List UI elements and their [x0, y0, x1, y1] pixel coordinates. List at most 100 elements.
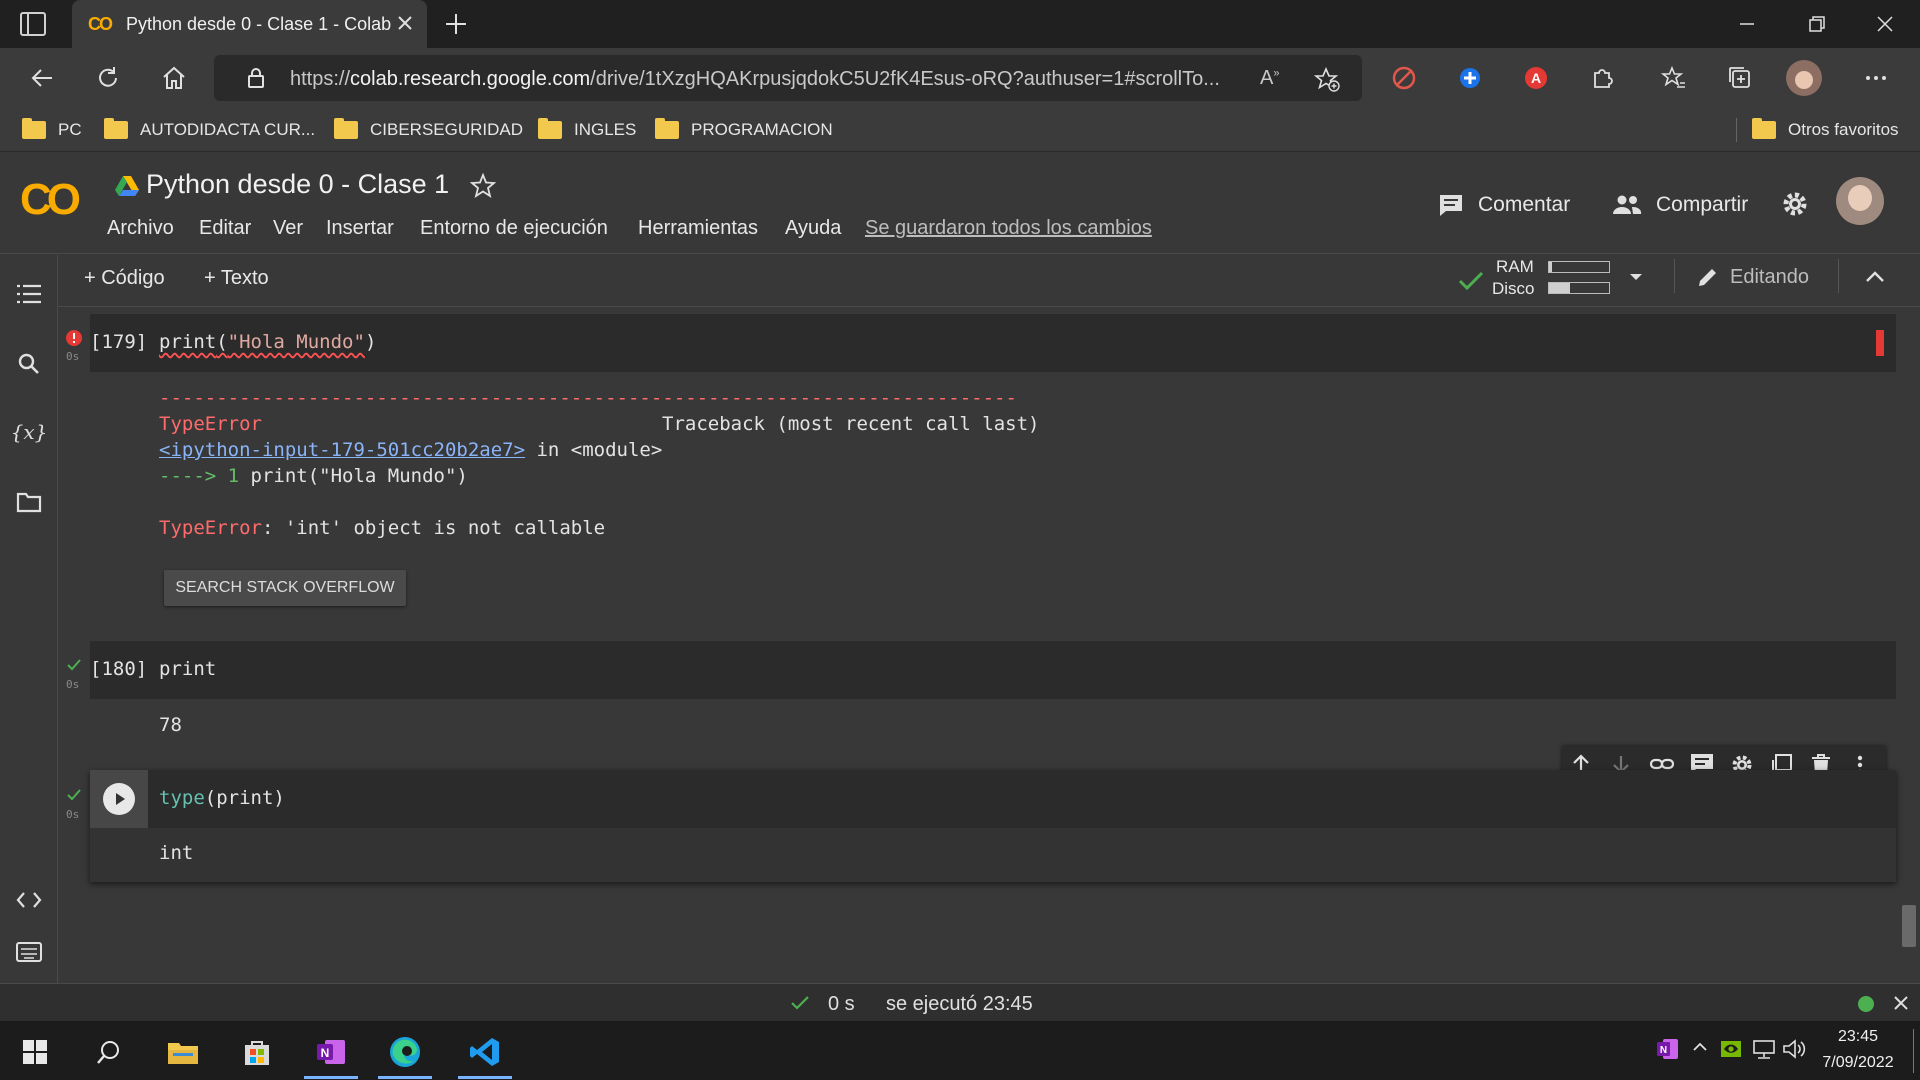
toolbar-divider: [1674, 259, 1675, 293]
cell-3-output: int: [159, 842, 194, 864]
bookmark-other-favorites[interactable]: Otros favoritos: [1752, 116, 1899, 144]
code-cell-2[interactable]: [180] print: [90, 641, 1896, 699]
home-icon[interactable]: [154, 58, 194, 98]
extensions-puzzle-icon[interactable]: [1582, 58, 1622, 98]
bookmark-programacion[interactable]: PROGRAMACION: [655, 116, 833, 144]
menu-insertar[interactable]: Insertar: [326, 217, 394, 240]
bookmark-autodidacta[interactable]: AUTODIDACTA CUR...: [104, 116, 315, 144]
taskbar-search-icon[interactable]: [78, 1027, 140, 1077]
windows-start-icon[interactable]: [4, 1027, 66, 1077]
read-aloud-icon[interactable]: A»: [1260, 67, 1279, 90]
microsoft-store-icon[interactable]: [226, 1027, 288, 1077]
tray-network-icon[interactable]: [1752, 1038, 1776, 1060]
bookmark-pc[interactable]: PC: [22, 116, 82, 144]
tray-clock-time[interactable]: 23:45: [1812, 1028, 1904, 1046]
traceback-label: Traceback (most recent call last): [662, 413, 1040, 435]
status-bar: 0 s se ejecutó 23:45: [0, 983, 1920, 1021]
menu-editar[interactable]: Editar: [199, 217, 251, 240]
edge-browser-icon[interactable]: [374, 1027, 436, 1079]
bookmark-ingles[interactable]: INGLES: [538, 116, 636, 144]
error-message: TypeError: 'int' object is not callable: [159, 517, 606, 539]
comment-button[interactable]: Comentar: [1438, 189, 1570, 221]
user-avatar[interactable]: [1836, 177, 1884, 225]
ipython-input-link[interactable]: <ipython-input-179-501cc20b2ae7>: [159, 439, 525, 461]
close-status-icon[interactable]: [1892, 994, 1910, 1012]
back-icon[interactable]: [22, 58, 62, 98]
blocker-extension-icon[interactable]: [1384, 58, 1424, 98]
svg-text:N: N: [321, 1046, 330, 1060]
show-desktop-divider[interactable]: [1913, 1029, 1914, 1073]
cell-2-output: 78: [159, 714, 182, 736]
variables-icon[interactable]: {x}: [11, 417, 48, 447]
cell-3-exec-time: 0s: [66, 808, 80, 821]
star-icon[interactable]: [470, 173, 496, 199]
save-status-link[interactable]: Se guardaron todos los cambios: [865, 217, 1152, 240]
cell-3-editor[interactable]: type(print): [148, 770, 1896, 828]
scrollbar-thumb[interactable]: [1902, 905, 1916, 947]
extension-blue-icon[interactable]: [1450, 58, 1490, 98]
cell-2-code[interactable]: print: [159, 658, 216, 680]
ram-usage-bar[interactable]: [1548, 261, 1610, 273]
connection-status-dot: [1858, 996, 1874, 1012]
share-button[interactable]: Compartir: [1612, 189, 1748, 221]
traceback-divider: ----------------------------------------…: [159, 387, 1017, 409]
vscode-icon[interactable]: [454, 1027, 516, 1079]
url-field[interactable]: https://colab.research.google.com/drive/…: [214, 55, 1362, 101]
code-cell-1[interactable]: [179] print("Hola Mundo"): [90, 314, 1896, 372]
add-code-button[interactable]: + Código: [84, 267, 165, 290]
add-favorite-icon[interactable]: [1314, 66, 1340, 92]
refresh-icon[interactable]: [88, 58, 128, 98]
add-text-button[interactable]: + Texto: [204, 267, 269, 290]
tab-actions-icon[interactable]: [20, 12, 46, 36]
editing-mode-button[interactable]: Editando: [1696, 265, 1809, 289]
collections-icon[interactable]: [1720, 58, 1760, 98]
tray-clock-date[interactable]: 7/09/2022: [1808, 1054, 1908, 1072]
file-explorer-icon[interactable]: [152, 1027, 214, 1077]
cell-1-code[interactable]: print("Hola Mundo"): [159, 331, 376, 353]
colab-logo[interactable]: CO: [20, 175, 81, 225]
runtime-connected-check-icon: [1458, 269, 1484, 293]
bookmark-ciberseguridad[interactable]: CIBERSEGURIDAD: [334, 116, 523, 144]
menu-ver[interactable]: Ver: [273, 217, 303, 240]
search-icon[interactable]: [14, 349, 44, 379]
code-cell-3[interactable]: type(print) int: [90, 770, 1896, 882]
menu-ayuda[interactable]: Ayuda: [785, 217, 841, 240]
command-palette-icon[interactable]: [14, 937, 44, 967]
notebook-title[interactable]: Python desde 0 - Clase 1: [146, 169, 449, 200]
comment-icon: [1438, 193, 1464, 217]
tray-onenote-icon[interactable]: N: [1656, 1037, 1680, 1061]
close-tab-icon[interactable]: [392, 10, 418, 36]
lock-icon[interactable]: [246, 67, 266, 89]
minimize-icon[interactable]: [1712, 0, 1782, 48]
disk-usage-bar[interactable]: [1548, 282, 1610, 294]
windows-taskbar: N N 23:45 7/09/2022: [0, 1021, 1920, 1080]
close-window-icon[interactable]: [1850, 0, 1920, 48]
onenote-icon[interactable]: N: [300, 1027, 362, 1079]
tray-volume-icon[interactable]: [1782, 1038, 1806, 1060]
browser-tab[interactable]: CO Python desde 0 - Clase 1 - Colab: [72, 0, 427, 48]
profile-avatar[interactable]: [1786, 60, 1822, 96]
favorites-icon[interactable]: [1654, 58, 1694, 98]
table-of-contents-icon[interactable]: [14, 279, 44, 309]
restore-icon[interactable]: [1782, 0, 1852, 48]
search-stack-overflow-button[interactable]: SEARCH STACK OVERFLOW: [164, 570, 406, 606]
menu-archivo[interactable]: Archivo: [107, 217, 174, 240]
menu-herramientas[interactable]: Herramientas: [638, 217, 758, 240]
menu-entorno[interactable]: Entorno de ejecución: [420, 217, 608, 240]
cell-3-code[interactable]: type(print): [159, 787, 285, 809]
status-executed: se ejecutó 23:45: [886, 993, 1033, 1015]
files-folder-icon[interactable]: [14, 487, 44, 517]
status-duration: 0 s: [828, 993, 855, 1015]
more-options-icon[interactable]: [1856, 58, 1896, 98]
extension-red-a-icon[interactable]: A: [1516, 58, 1556, 98]
settings-gear-icon[interactable]: [1780, 189, 1810, 219]
tray-chevron-icon[interactable]: [1692, 1039, 1708, 1055]
collapse-header-icon[interactable]: [1864, 269, 1886, 285]
new-tab-icon[interactable]: [442, 10, 470, 38]
runtime-dropdown-icon[interactable]: [1628, 271, 1644, 283]
colab-header: CO Python desde 0 - Clase 1 Archivo Edit…: [0, 153, 1920, 254]
folder-icon: [1752, 118, 1776, 139]
code-snippets-icon[interactable]: [14, 885, 44, 915]
tray-nvidia-icon[interactable]: [1720, 1038, 1742, 1060]
run-cell-button[interactable]: [90, 770, 148, 828]
